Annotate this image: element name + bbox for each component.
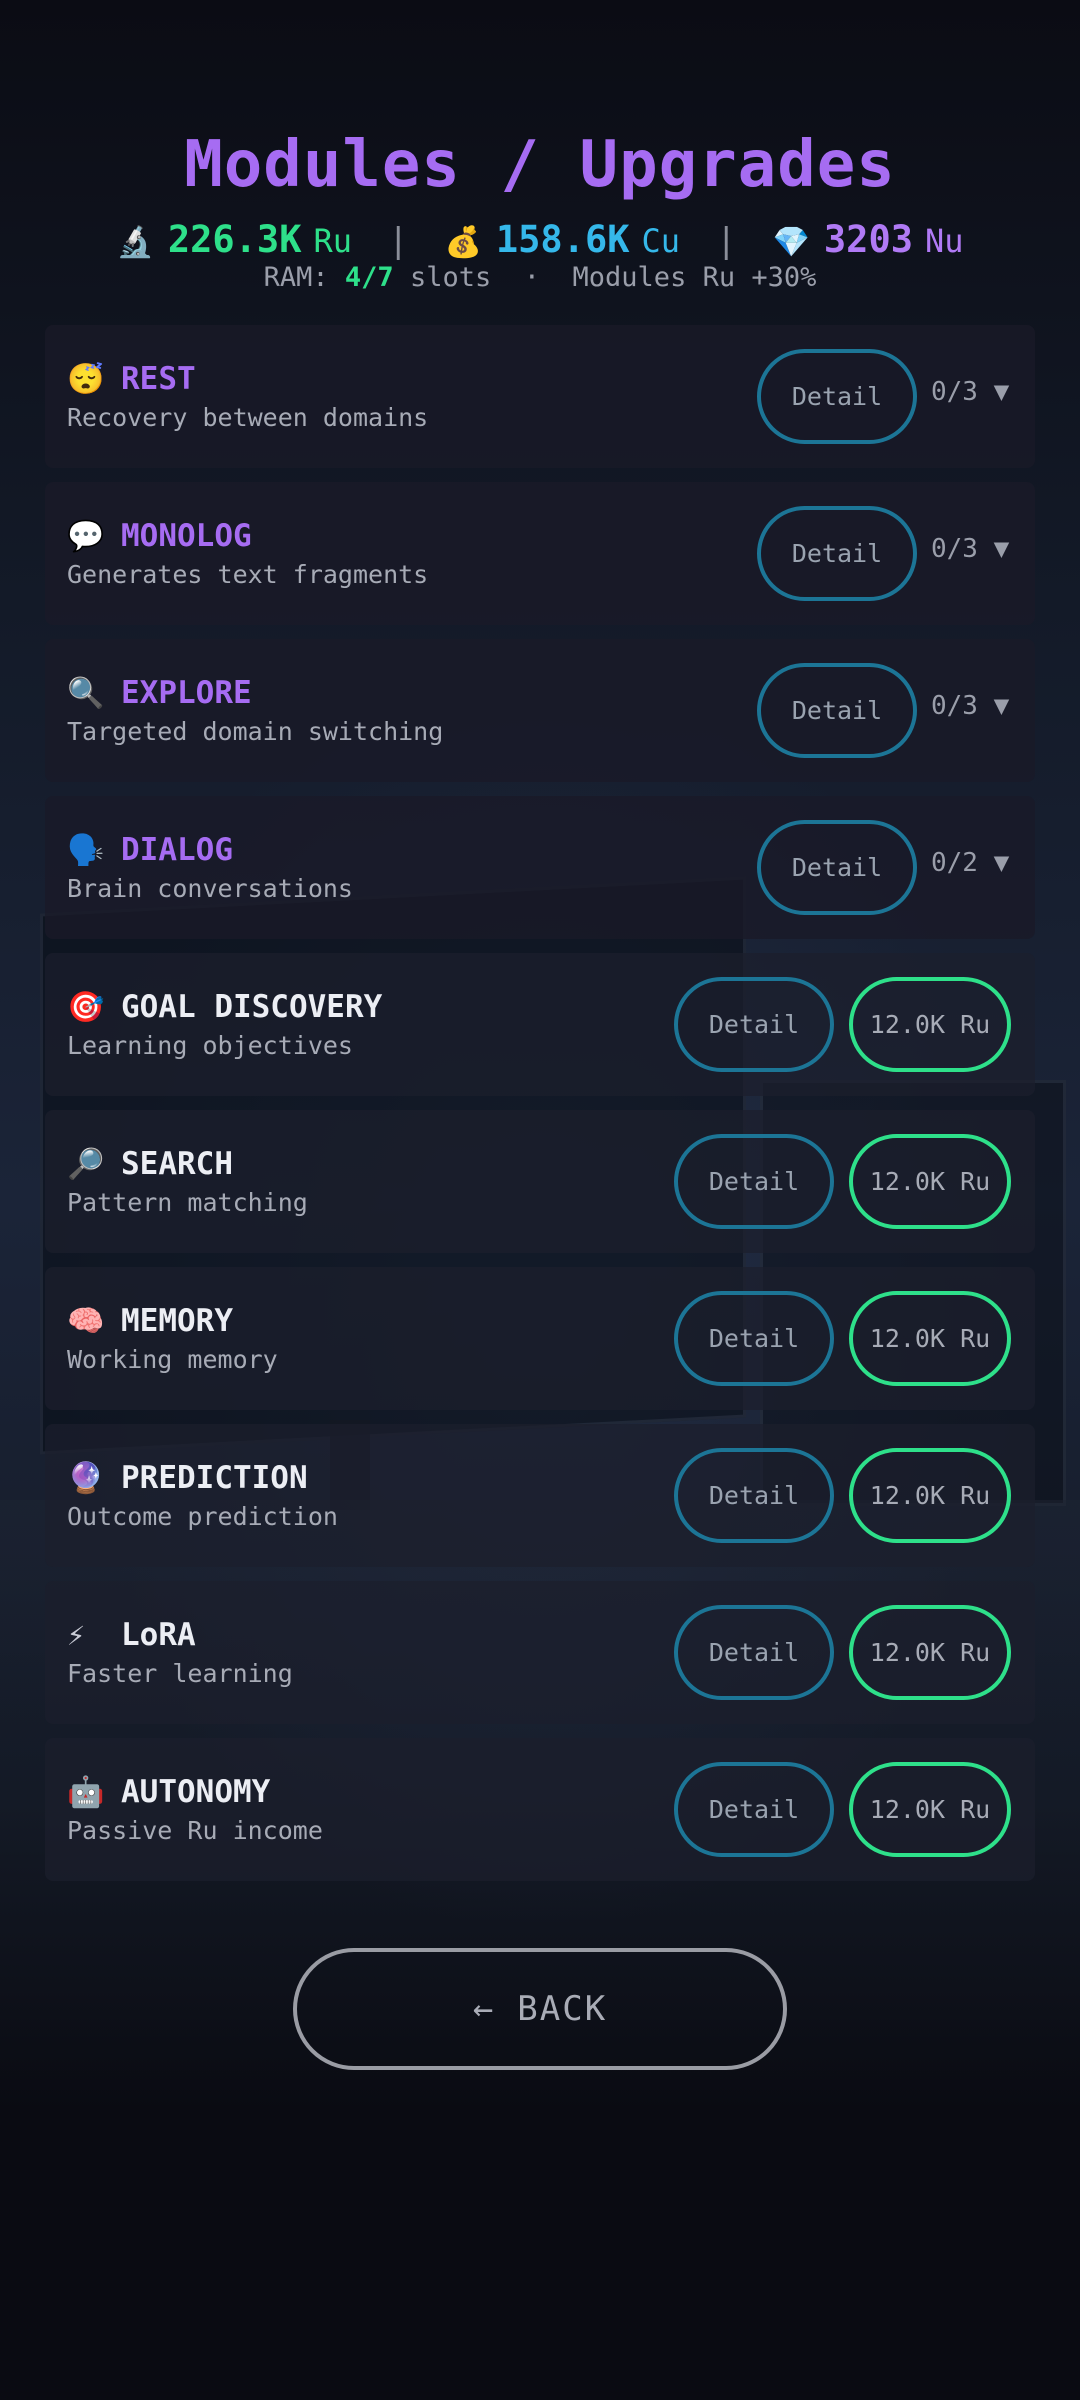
cu-value: 158.6K xyxy=(495,218,630,261)
module-description: Recovery between domains xyxy=(67,403,429,432)
module-name: MONOLOG xyxy=(121,518,252,554)
module-name: SEARCH xyxy=(121,1146,233,1182)
buy-button[interactable]: 12.0K Ru xyxy=(849,1448,1011,1543)
level-dropdown[interactable]: 0/3 ▼ xyxy=(931,691,1009,721)
speech-bubble-icon: 💬 xyxy=(67,518,105,554)
target-icon: 🎯 xyxy=(67,989,105,1025)
detail-button[interactable]: Detail xyxy=(757,506,917,601)
robot-icon: 🤖 xyxy=(67,1774,105,1810)
module-name: PREDICTION xyxy=(121,1460,308,1496)
module-description: Working memory xyxy=(67,1345,278,1374)
buy-button[interactable]: 12.0K Ru xyxy=(849,1762,1011,1857)
stat-separator: | xyxy=(388,221,409,261)
module-description: Brain conversations xyxy=(67,874,353,903)
ram-value: 4/7 xyxy=(344,262,394,293)
module-card-explore: 🔍 EXPLORE Targeted domain switching Deta… xyxy=(45,639,1035,782)
magnifier-left-icon: 🔍 xyxy=(67,675,105,711)
buy-button[interactable]: 12.0K Ru xyxy=(849,977,1011,1072)
ram-label: RAM: xyxy=(263,262,329,293)
resource-stats: 🔬 226.3K Ru | 💰 158.6K Cu | 💎 3203 Nu xyxy=(0,218,1080,261)
back-button[interactable]: ← BACK xyxy=(293,1948,787,2070)
microscope-icon: 🔬 xyxy=(116,225,154,260)
module-name: EXPLORE xyxy=(121,675,252,711)
ram-suffix: slots xyxy=(409,262,492,293)
module-card-monolog: 💬 MONOLOG Generates text fragments Detai… xyxy=(45,482,1035,625)
module-description: Generates text fragments xyxy=(67,560,429,589)
module-card-rest: 😴 REST Recovery between domains Detail 0… xyxy=(45,325,1035,468)
module-name: MEMORY xyxy=(121,1303,233,1339)
nu-unit: Nu xyxy=(925,222,964,260)
module-card-memory: 🧠 MEMORY Working memory Detail 12.0K Ru xyxy=(45,1267,1035,1410)
level-dropdown[interactable]: 0/2 ▼ xyxy=(931,848,1009,878)
modules-screen: Modules / Upgrades 🔬 226.3K Ru | 💰 158.6… xyxy=(0,0,1080,2400)
cu-unit: Cu xyxy=(641,222,681,260)
page-title: Modules / Upgrades xyxy=(184,128,896,202)
module-name: DIALOG xyxy=(121,832,233,868)
module-description: Learning objectives xyxy=(67,1031,353,1060)
module-card-dialog: 🗣️ DIALOG Brain conversations Detail 0/2… xyxy=(45,796,1035,939)
magnifier-right-icon: 🔎 xyxy=(67,1146,105,1182)
crystal-ball-icon: 🔮 xyxy=(67,1460,105,1496)
module-card-goal-discovery: 🎯 GOAL DISCOVERY Learning objectives Det… xyxy=(45,953,1035,1096)
detail-button[interactable]: Detail xyxy=(757,663,917,758)
level-dropdown[interactable]: 0/3 ▼ xyxy=(931,377,1009,407)
gem-icon: 💎 xyxy=(772,225,810,260)
module-card-autonomy: 🤖 AUTONOMY Passive Ru income Detail 12.0… xyxy=(45,1738,1035,1881)
back-label: BACK xyxy=(517,1989,608,2029)
detail-button[interactable]: Detail xyxy=(674,1762,834,1857)
module-description: Passive Ru income xyxy=(67,1816,323,1845)
ram-status: RAM: 4/7 slots · Modules Ru +30% xyxy=(0,262,1080,293)
stat-separator: | xyxy=(716,221,737,261)
ru-unit: Ru xyxy=(313,222,353,260)
module-description: Outcome prediction xyxy=(67,1502,338,1531)
level-dropdown[interactable]: 0/3 ▼ xyxy=(931,534,1009,564)
ru-value: 226.3K xyxy=(167,218,302,261)
sleeping-face-icon: 😴 xyxy=(67,361,105,397)
module-name: GOAL DISCOVERY xyxy=(121,989,383,1025)
module-name: LoRA xyxy=(121,1617,196,1653)
module-description: Pattern matching xyxy=(67,1188,308,1217)
detail-button[interactable]: Detail xyxy=(757,820,917,915)
module-card-prediction: 🔮 PREDICTION Outcome prediction Detail 1… xyxy=(45,1424,1035,1567)
module-card-lora: ⚡ LoRA Faster learning Detail 12.0K Ru xyxy=(45,1581,1035,1724)
modules-bonus: Modules Ru +30% xyxy=(572,262,817,293)
module-description: Faster learning xyxy=(67,1659,293,1688)
buy-button[interactable]: 12.0K Ru xyxy=(849,1291,1011,1386)
lightning-icon: ⚡ xyxy=(67,1617,86,1653)
speaking-head-icon: 🗣️ xyxy=(67,832,105,868)
detail-button[interactable]: Detail xyxy=(674,1605,834,1700)
buy-button[interactable]: 12.0K Ru xyxy=(849,1605,1011,1700)
detail-button[interactable]: Detail xyxy=(674,977,834,1072)
detail-button[interactable]: Detail xyxy=(757,349,917,444)
module-list: 😴 REST Recovery between domains Detail 0… xyxy=(45,325,1035,1895)
detail-button[interactable]: Detail xyxy=(674,1134,834,1229)
detail-button[interactable]: Detail xyxy=(674,1448,834,1543)
left-arrow-icon: ← xyxy=(472,1989,496,2029)
detail-button[interactable]: Detail xyxy=(674,1291,834,1386)
brain-icon: 🧠 xyxy=(67,1303,105,1339)
module-name: AUTONOMY xyxy=(121,1774,271,1810)
module-name: REST xyxy=(121,361,196,397)
module-description: Targeted domain switching xyxy=(67,717,444,746)
nu-value: 3203 xyxy=(823,218,913,261)
buy-button[interactable]: 12.0K Ru xyxy=(849,1134,1011,1229)
dot-separator: · xyxy=(523,262,541,293)
money-bag-icon: 💰 xyxy=(444,225,482,260)
module-card-search: 🔎 SEARCH Pattern matching Detail 12.0K R… xyxy=(45,1110,1035,1253)
